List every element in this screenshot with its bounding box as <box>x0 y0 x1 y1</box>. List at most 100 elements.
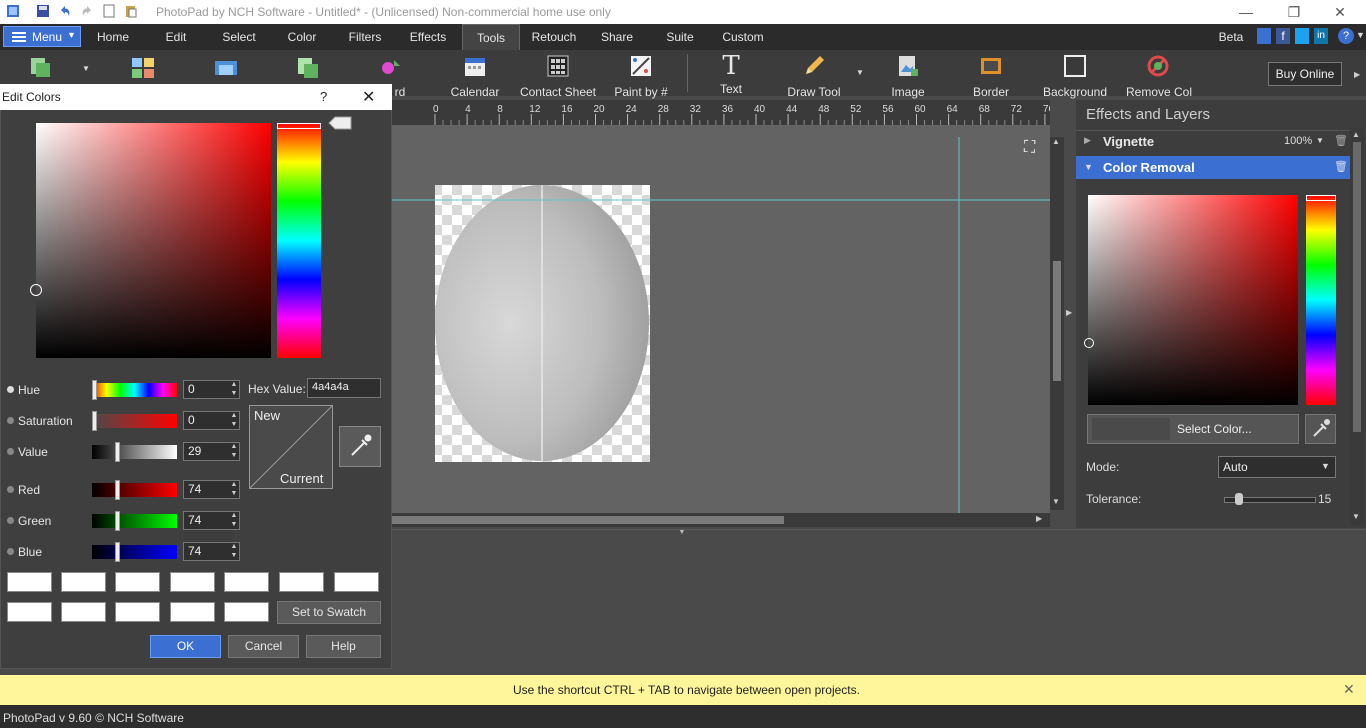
redo-icon[interactable] <box>80 4 94 18</box>
tab-edit[interactable]: Edit <box>154 24 198 50</box>
scroll-right-icon[interactable]: ▶ <box>1036 514 1042 523</box>
panel-vertical-scrollbar[interactable]: ▲ ▼ <box>1350 128 1364 526</box>
hue-bar-handle[interactable] <box>277 123 321 129</box>
tab-home[interactable]: Home <box>88 24 138 50</box>
blue-radio[interactable] <box>7 548 14 555</box>
swatch-7[interactable] <box>334 572 379 592</box>
red-radio[interactable] <box>7 486 14 493</box>
set-to-swatch-button[interactable]: Set to Swatch <box>277 601 381 624</box>
tool-new-image-icon[interactable] <box>28 55 54 81</box>
panel-color-picker-handle[interactable] <box>1084 338 1094 348</box>
paste-icon[interactable] <box>124 4 138 18</box>
swatch-2[interactable] <box>61 572 106 592</box>
color-picker-handle[interactable] <box>30 284 42 296</box>
notification-close-icon[interactable]: ✕ <box>1343 681 1355 698</box>
close-button[interactable]: ✕ <box>1320 2 1360 22</box>
blue-spinner[interactable]: ▲ ▼ <box>228 542 240 561</box>
tolerance-slider-thumb[interactable] <box>1234 493 1243 505</box>
tab-suite[interactable]: Suite <box>656 24 704 50</box>
cancel-button[interactable]: Cancel <box>228 635 299 658</box>
ok-button[interactable]: OK <box>150 635 221 658</box>
hue-pointer-icon[interactable] <box>328 116 352 130</box>
hue-slider[interactable] <box>92 380 177 400</box>
collapse-panel-icon[interactable]: ▶ <box>1066 308 1072 317</box>
twitter-icon[interactable] <box>1295 28 1309 44</box>
restore-button[interactable]: ❐ <box>1274 2 1314 22</box>
swatch-5[interactable] <box>224 572 269 592</box>
canvas-vscroll-thumb[interactable] <box>1053 261 1061 381</box>
hue-slider-thumb[interactable] <box>92 380 97 400</box>
tool-border[interactable]: Border <box>966 52 1016 99</box>
swatch-1[interactable] <box>7 572 52 592</box>
saturation-spinner[interactable]: ▲ ▼ <box>228 411 240 430</box>
dialog-eyedropper-button[interactable] <box>339 426 381 467</box>
tolerance-slider[interactable] <box>1224 493 1316 505</box>
tab-filters[interactable]: Filters <box>338 24 392 50</box>
facebook-icon[interactable]: f <box>1276 28 1290 44</box>
swatch-3[interactable] <box>115 572 160 592</box>
layer-vignette[interactable]: ▶ Vignette 100% ▼ 🗑 <box>1076 130 1350 153</box>
tab-tools[interactable]: Tools <box>462 24 520 50</box>
help-icon[interactable]: ? <box>1338 28 1354 44</box>
saturation-radio[interactable] <box>7 417 14 424</box>
tool-hdr-icon[interactable] <box>295 55 321 81</box>
hue-radio[interactable] <box>7 386 14 393</box>
hex-value-input[interactable]: 4a4a4a <box>307 378 381 398</box>
saturation-slider-thumb[interactable] <box>92 411 97 431</box>
delete-effect-icon[interactable]: 🗑 <box>1334 160 1348 173</box>
saturation-slider[interactable] <box>92 411 177 431</box>
delete-layer-icon[interactable]: 🗑 <box>1334 134 1348 147</box>
expand-icon[interactable]: ▶ <box>1084 135 1091 146</box>
tool-contact-sheet[interactable]: Contact Sheet <box>518 52 598 99</box>
opacity-dropdown-icon[interactable]: ▼ <box>1316 136 1324 145</box>
help-button[interactable]: Help <box>306 635 381 658</box>
blue-slider-thumb[interactable] <box>115 542 120 562</box>
panel-color-field[interactable] <box>1084 195 1298 405</box>
value-spinner[interactable]: ▲ ▼ <box>228 442 240 461</box>
collapse-icon[interactable]: ▼ <box>1084 162 1093 172</box>
tab-color[interactable]: Color <box>278 24 326 50</box>
green-slider-thumb[interactable] <box>115 511 120 531</box>
swatch-4[interactable] <box>170 572 215 592</box>
canvas-horizontal-scrollbar[interactable]: ▶ <box>392 513 1050 527</box>
tab-share[interactable]: Share <box>592 24 642 50</box>
green-radio[interactable] <box>7 517 14 524</box>
value-radio[interactable] <box>7 448 14 455</box>
layer-color-removal[interactable]: ▼ Color Removal 🗑 <box>1076 156 1350 179</box>
swatch-10[interactable] <box>115 602 160 622</box>
undo-icon[interactable] <box>58 4 72 18</box>
menu-button[interactable]: Menu ▼ <box>3 26 81 47</box>
minimize-button[interactable]: — <box>1226 2 1266 22</box>
swatch-12[interactable] <box>224 602 269 622</box>
panel-scroll-up-icon[interactable]: ▲ <box>1352 130 1360 139</box>
tool-background[interactable]: Background <box>1042 52 1108 99</box>
red-slider-thumb[interactable] <box>115 480 120 500</box>
tool-collage-icon[interactable] <box>130 55 156 81</box>
tool-remove-color[interactable]: Remove Col <box>1126 52 1192 99</box>
tool-text[interactable]: T Text <box>708 52 754 96</box>
panel-hue-handle[interactable] <box>1306 195 1336 201</box>
dialog-title-bar[interactable]: Edit Colors ? ✕ <box>0 84 392 110</box>
dialog-close-icon[interactable]: ✕ <box>362 87 375 107</box>
blue-slider[interactable] <box>92 542 177 562</box>
value-slider-thumb[interactable] <box>115 442 120 462</box>
tool-panorama-icon[interactable] <box>213 55 239 81</box>
swatch-9[interactable] <box>61 602 106 622</box>
dialog-help-icon[interactable]: ? <box>320 89 327 104</box>
tool-paint-by-number[interactable]: Paint by # <box>612 52 670 99</box>
panel-scroll-thumb[interactable] <box>1353 142 1361 432</box>
scroll-up-icon[interactable]: ▲ <box>1052 137 1060 146</box>
green-slider[interactable] <box>92 511 177 531</box>
canvas-vertical-scrollbar[interactable]: ▲ ▼ <box>1050 137 1064 510</box>
tool-calendar[interactable]: Calendar <box>446 52 504 99</box>
eyedropper-button[interactable] <box>1305 414 1336 444</box>
panel-splitter[interactable]: ▶ <box>1064 100 1076 528</box>
swatch-11[interactable] <box>170 602 215 622</box>
tab-custom[interactable]: Custom <box>716 24 770 50</box>
green-spinner[interactable]: ▲ ▼ <box>228 511 240 530</box>
buy-online-button[interactable]: Buy Online <box>1268 62 1342 86</box>
panel-scroll-down-icon[interactable]: ▼ <box>1352 512 1360 521</box>
save-icon[interactable] <box>36 4 50 18</box>
hue-bar[interactable] <box>277 123 321 358</box>
mode-select[interactable]: Auto ▼ <box>1218 456 1336 478</box>
